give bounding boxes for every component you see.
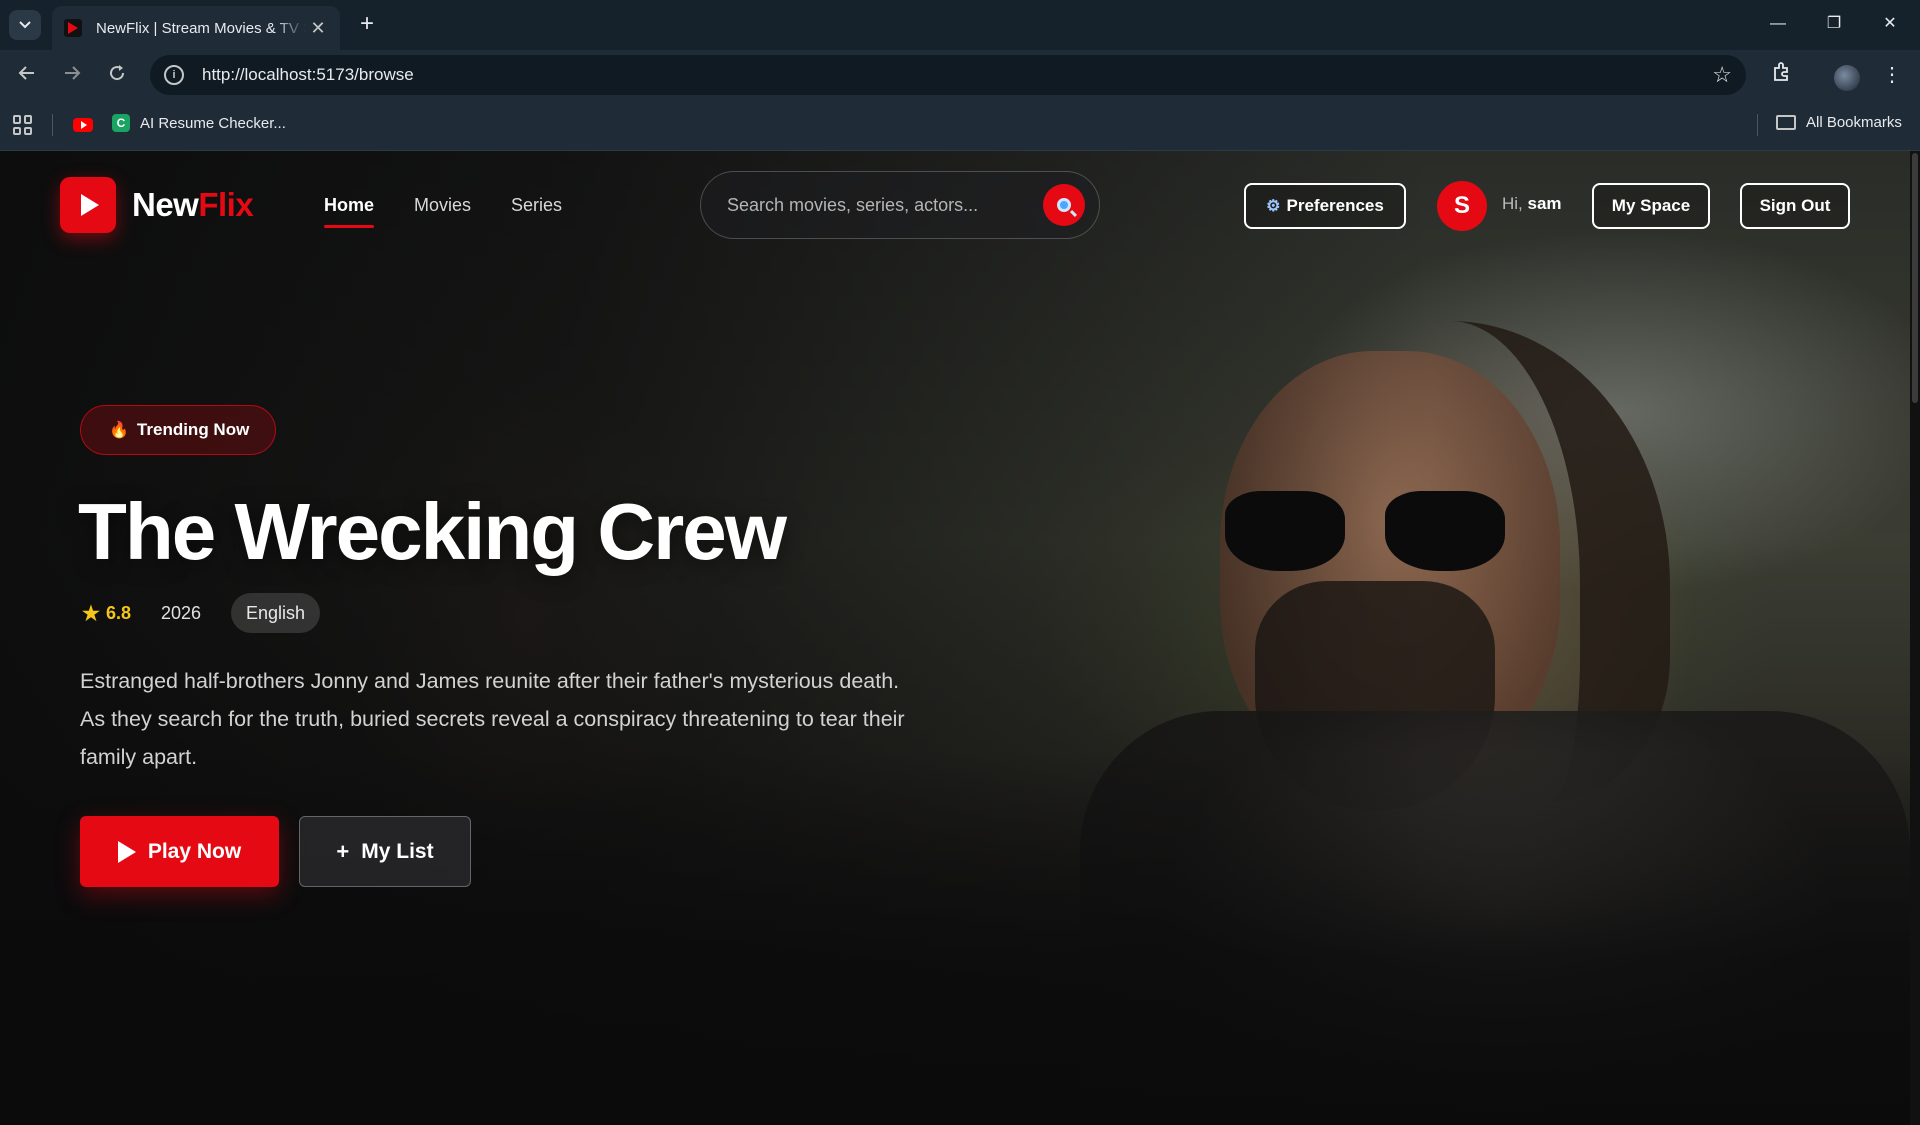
bookmark-divider <box>52 114 53 136</box>
my-space-button[interactable]: My Space <box>1592 183 1710 229</box>
language-badge: English <box>231 593 321 633</box>
bookmark-favicon-icon: C <box>112 114 130 132</box>
bookmark-star-icon[interactable]: ☆ <box>1712 62 1732 88</box>
site-info-icon[interactable]: i <box>164 65 184 85</box>
browser-toolbar: i http://localhost:5173/browse ☆ ⋮ <box>0 50 1920 100</box>
play-logo-icon <box>60 177 116 233</box>
logo-new: New <box>132 186 199 223</box>
trending-badge: 🔥 Trending Now <box>80 405 277 455</box>
preferences-label: Preferences <box>1286 196 1384 215</box>
hero-title: The Wrecking Crew <box>78 487 787 576</box>
bookmark-label: AI Resume Checker... <box>140 114 286 132</box>
plus-icon: + <box>336 838 350 864</box>
extensions-icon[interactable] <box>1767 62 1795 88</box>
trending-label: Trending Now <box>136 420 250 439</box>
bookmark-ai-resume-checker[interactable]: C AI Resume Checker... <box>112 114 286 132</box>
all-bookmarks-label: All Bookmarks <box>1806 114 1902 131</box>
forward-icon[interactable] <box>55 59 89 93</box>
all-bookmarks-button[interactable]: All Bookmarks <box>1776 114 1902 131</box>
release-year: 2026 <box>160 602 202 623</box>
bookmarks-bar <box>0 100 1920 151</box>
hero-bottom-fade <box>0 751 1910 1125</box>
star-icon: ★ <box>82 602 100 625</box>
rating-value: 6.8 <box>105 602 131 623</box>
window-close-button[interactable]: ✕ <box>1864 8 1916 40</box>
tab-search-icon[interactable] <box>9 10 41 40</box>
apps-icon[interactable] <box>13 115 33 135</box>
search-input[interactable] <box>727 194 1027 216</box>
folder-icon <box>1776 115 1796 130</box>
logo-flix: Flix <box>198 186 254 223</box>
nav-movies[interactable]: Movies <box>414 195 471 216</box>
username: sam <box>1527 194 1562 213</box>
gear-icon: ⚙ <box>1266 198 1281 215</box>
tab-close-icon[interactable]: ✕ <box>308 18 328 39</box>
new-tab-button[interactable]: + <box>352 10 382 40</box>
address-bar[interactable]: i http://localhost:5173/browse ☆ <box>150 55 1746 95</box>
bookmark-divider <box>1757 114 1758 136</box>
hero-description: Estranged half-brothers Jonny and James … <box>80 669 905 769</box>
nav-series[interactable]: Series <box>511 195 562 216</box>
newflix-logo[interactable]: NewFlix <box>60 177 254 233</box>
tab-title: NewFlix | Stream Movies & TV Shows <box>96 19 306 37</box>
avatar[interactable]: S <box>1437 181 1487 231</box>
tab-strip: NewFlix | Stream Movies & TV Shows ✕ + —… <box>0 0 1920 50</box>
my-list-button[interactable]: + My List <box>299 816 471 887</box>
main-nav: Home Movies Series <box>324 195 562 228</box>
youtube-icon[interactable] <box>73 118 93 132</box>
browser-tab[interactable]: NewFlix | Stream Movies & TV Shows ✕ <box>52 6 340 50</box>
url-text[interactable]: http://localhost:5173/browse <box>202 65 414 85</box>
play-label: Play Now <box>147 839 242 863</box>
minimize-button[interactable]: — <box>1752 8 1804 40</box>
hero-meta: ★ 6.8 2026 English <box>82 593 321 633</box>
page-viewport: NewFlix Home Movies Series ⚙ Preferences… <box>0 151 1920 1125</box>
restore-button[interactable]: ❐ <box>1808 8 1860 40</box>
sign-out-button[interactable]: Sign Out <box>1740 183 1850 229</box>
play-now-button[interactable]: Play Now <box>80 816 279 887</box>
preferences-button[interactable]: ⚙ Preferences <box>1244 183 1406 229</box>
nav-home[interactable]: Home <box>324 195 375 228</box>
user-greeting: Hi, sam <box>1502 194 1562 214</box>
search-icon <box>1057 198 1071 212</box>
profile-icon[interactable] <box>1834 65 1860 91</box>
page-scrollbar[interactable] <box>1910 151 1920 1125</box>
scrollbar-thumb[interactable] <box>1912 153 1918 403</box>
logo-text: NewFlix <box>132 186 254 224</box>
greeting-prefix: Hi, <box>1502 194 1523 213</box>
my-list-label: My List <box>361 839 434 863</box>
search-bar <box>700 171 1100 239</box>
play-icon <box>117 840 136 863</box>
back-icon[interactable] <box>10 59 44 93</box>
flame-icon: 🔥 <box>109 422 129 439</box>
browser-chrome: NewFlix | Stream Movies & TV Shows ✕ + —… <box>0 0 1920 151</box>
search-button[interactable] <box>1043 184 1085 226</box>
favicon-icon <box>64 19 82 37</box>
rating: ★ 6.8 <box>82 601 131 626</box>
menu-dots-icon[interactable]: ⋮ <box>1878 62 1906 87</box>
reload-icon[interactable] <box>100 59 134 93</box>
